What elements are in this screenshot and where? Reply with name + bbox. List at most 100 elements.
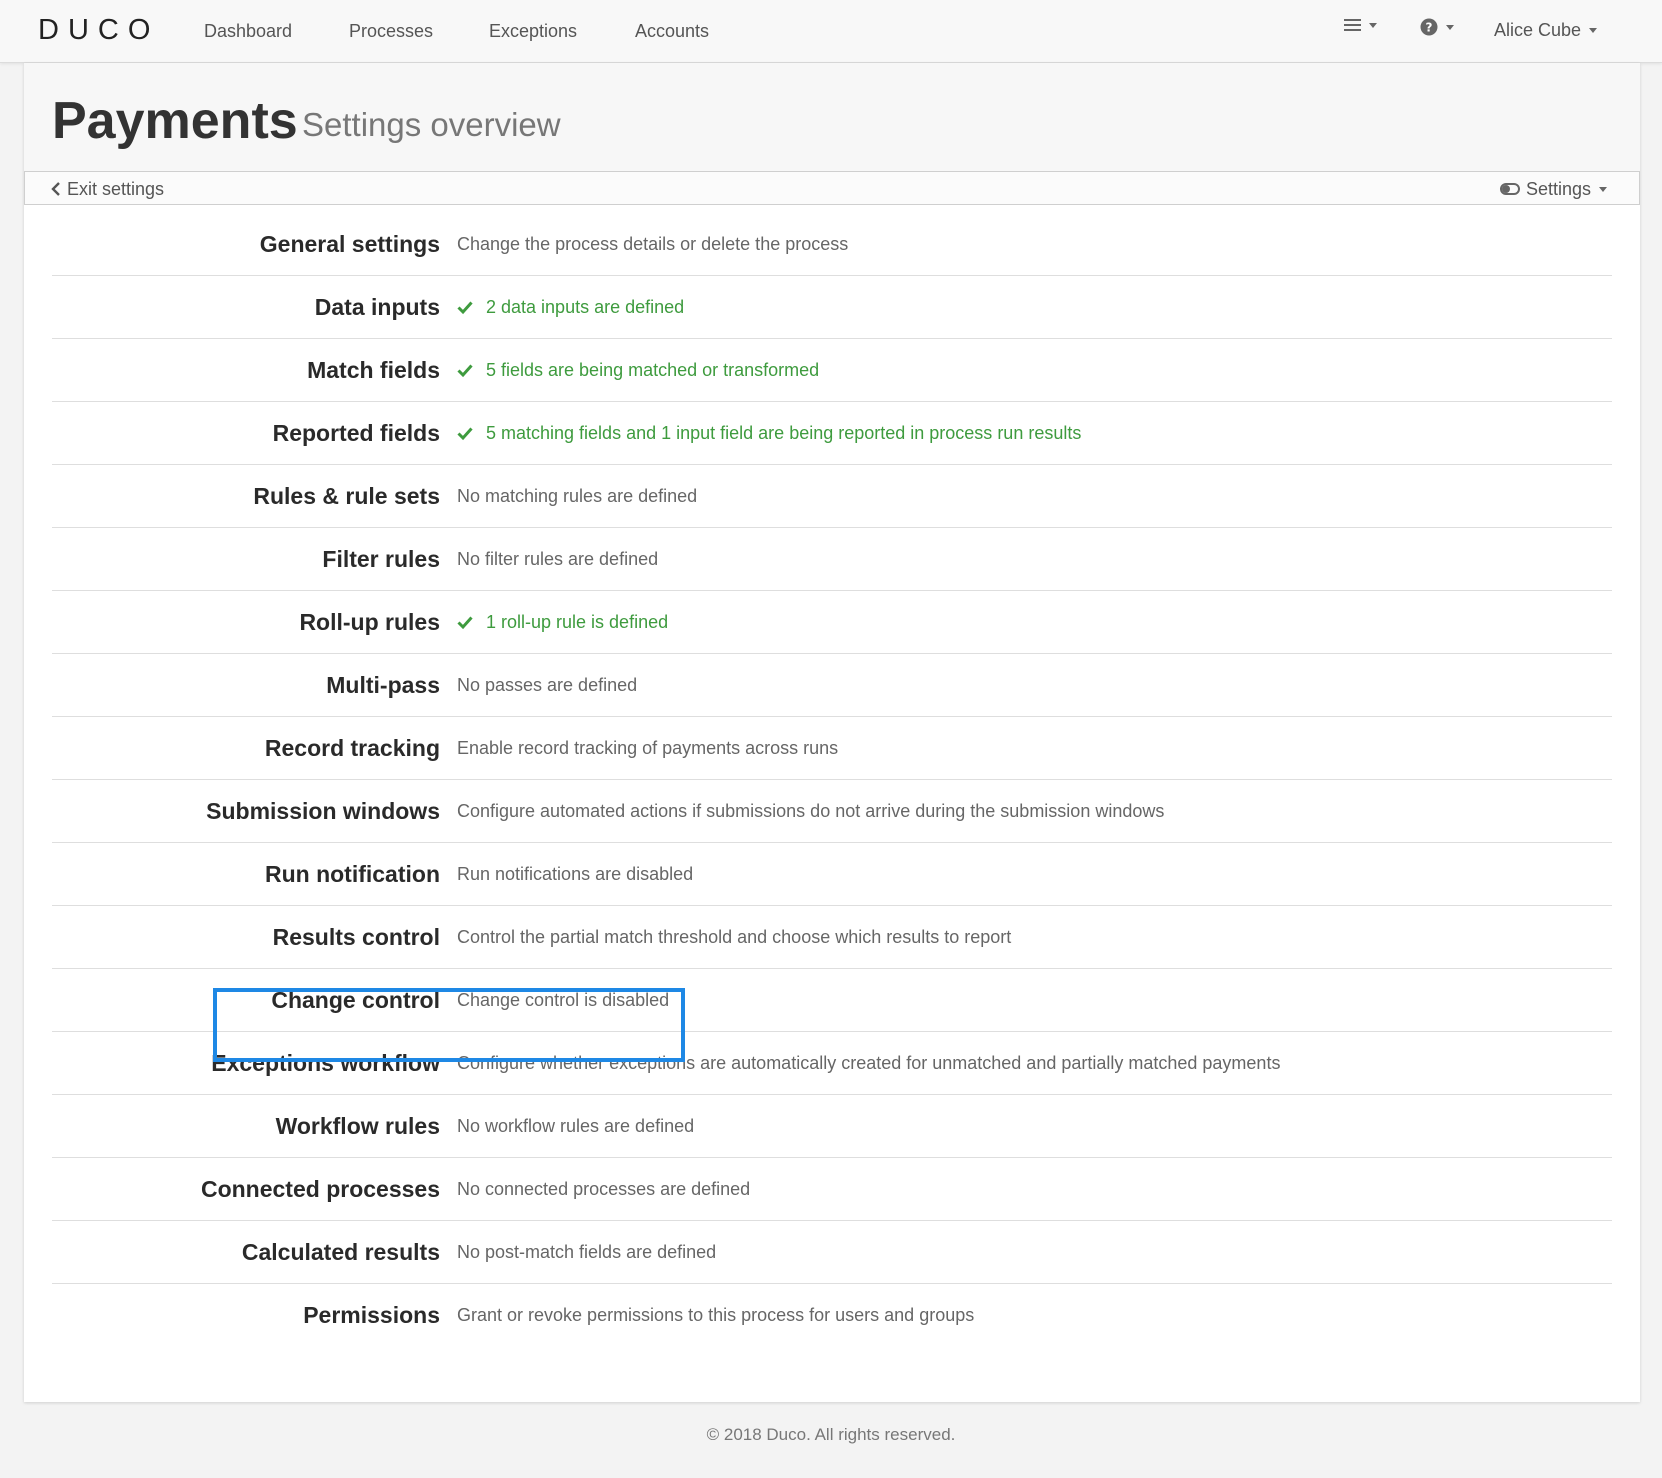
check-icon xyxy=(457,301,473,315)
toggle-icon xyxy=(1499,183,1520,195)
settings-row-label[interactable]: Change control xyxy=(271,985,440,1015)
settings-row-filter-rules[interactable]: Filter rules No filter rules are defined xyxy=(52,528,1612,591)
nav-exceptions[interactable]: Exceptions xyxy=(489,20,577,42)
nav-dashboard[interactable]: Dashboard xyxy=(204,20,292,42)
user-menu[interactable]: Alice Cube xyxy=(1494,18,1598,42)
settings-row-results-control[interactable]: Results control Control the partial match… xyxy=(52,906,1612,969)
svg-text:?: ? xyxy=(1426,21,1433,35)
nav-accounts[interactable]: Accounts xyxy=(635,20,709,42)
settings-row-run-notification[interactable]: Run notification Run notifications are di… xyxy=(52,843,1612,906)
settings-row-description-text: No workflow rules are defined xyxy=(457,1116,695,1136)
settings-row-description: No matching rules are defined xyxy=(457,484,697,508)
settings-row-label[interactable]: Submission windows xyxy=(206,796,440,826)
settings-row-data-inputs[interactable]: Data inputs 2 data inputs are defined xyxy=(52,276,1612,339)
hamburger-icon xyxy=(1344,19,1361,31)
settings-row-workflow-rules[interactable]: Workflow rules No workflow rules are defi… xyxy=(52,1095,1612,1158)
chevron-down-icon xyxy=(1369,22,1377,28)
settings-row-rules-rule-sets[interactable]: Rules & rule sets No matching rules are d… xyxy=(52,465,1612,528)
settings-row-description: No post-match fields are defined xyxy=(457,1240,716,1264)
settings-row-description: Grant or revoke permissions to this proc… xyxy=(457,1303,974,1327)
settings-row-label[interactable]: Exceptions workflow xyxy=(211,1048,440,1078)
settings-subbar: Exit settings Settings xyxy=(24,171,1640,205)
exit-settings-link[interactable]: Exit settings xyxy=(51,178,164,200)
settings-row-submission-windows[interactable]: Submission windows Configure automated ac… xyxy=(52,780,1612,843)
settings-row-description-text: No passes are defined xyxy=(457,675,638,695)
duco-logo[interactable]: DUCO xyxy=(38,16,159,45)
check-icon xyxy=(457,427,473,441)
check-icon xyxy=(457,616,473,630)
settings-row-description: Configure whether exceptions are automat… xyxy=(457,1051,1280,1075)
settings-row-record-tracking[interactable]: Record tracking Enable record tracking of… xyxy=(52,717,1612,780)
settings-row-general-settings[interactable]: General settings Change the process detai… xyxy=(52,213,1612,276)
settings-row-connected-processes[interactable]: Connected processes No connected processe… xyxy=(52,1158,1612,1221)
settings-row-label[interactable]: Permissions xyxy=(303,1300,440,1330)
settings-row-description-text: No post-match fields are defined xyxy=(457,1242,717,1262)
user-name: Alice Cube xyxy=(1494,20,1582,40)
settings-row-label[interactable]: Workflow rules xyxy=(276,1111,440,1141)
settings-row-label[interactable]: Record tracking xyxy=(265,733,440,763)
settings-row-label[interactable]: Data inputs xyxy=(315,292,440,322)
settings-row-exceptions-workflow[interactable]: Exceptions workflow Configure whether exc… xyxy=(52,1032,1612,1095)
settings-row-label[interactable]: Rules & rule sets xyxy=(253,481,440,511)
chevron-down-icon xyxy=(1446,24,1454,30)
settings-row-description: No workflow rules are defined xyxy=(457,1114,694,1138)
settings-row-description: No passes are defined xyxy=(457,673,637,697)
settings-row-description: 5 matching fields and 1 input field are … xyxy=(457,421,1081,445)
settings-row-description-text: 5 fields are being matched or transforme… xyxy=(486,360,820,380)
chevron-down-icon xyxy=(1589,27,1598,33)
top-navbar: DUCO Dashboard Processes Exceptions Acco… xyxy=(0,0,1662,63)
settings-row-label[interactable]: Calculated results xyxy=(242,1237,440,1267)
settings-row-description: Enable record tracking of payments acros… xyxy=(457,736,838,760)
page-title: Payments xyxy=(52,92,298,150)
settings-row-multi-pass[interactable]: Multi-pass No passes are defined xyxy=(52,654,1612,717)
settings-row-description-text: No matching rules are defined xyxy=(457,486,698,506)
settings-row-description-text: Run notifications are disabled xyxy=(457,864,694,884)
exit-settings-label: Exit settings xyxy=(67,179,165,199)
settings-row-match-fields[interactable]: Match fields 5 fields are being matched o… xyxy=(52,339,1612,402)
settings-row-description-text: Enable record tracking of payments acros… xyxy=(457,738,839,758)
settings-row-label[interactable]: Run notification xyxy=(265,859,440,889)
settings-row-permissions[interactable]: Permissions Grant or revoke permissions t… xyxy=(52,1284,1612,1347)
menu-dropdown[interactable] xyxy=(1344,18,1377,32)
nav-processes[interactable]: Processes xyxy=(349,20,433,42)
settings-row-description-text: 2 data inputs are defined xyxy=(486,297,685,317)
settings-dropdown-label: Settings xyxy=(1525,179,1591,199)
settings-list: General settings Change the process detai… xyxy=(52,213,1612,1347)
settings-row-description: 2 data inputs are defined xyxy=(457,295,684,319)
settings-row-description: No connected processes are defined xyxy=(457,1177,750,1201)
settings-row-description-text: Configure whether exceptions are automat… xyxy=(457,1053,1281,1073)
settings-row-label[interactable]: Reported fields xyxy=(273,418,440,448)
settings-row-label[interactable]: Connected processes xyxy=(201,1174,440,1204)
settings-row-description-text: Configure automated actions if submissio… xyxy=(457,801,1165,821)
settings-row-description-text: Grant or revoke permissions to this proc… xyxy=(457,1305,975,1325)
chevron-down-icon xyxy=(1599,186,1607,192)
settings-row-description: Run notifications are disabled xyxy=(457,862,693,886)
settings-card: Payments Settings overview Exit settings… xyxy=(24,63,1640,1402)
settings-row-description-text: Change control is disabled xyxy=(457,990,670,1010)
settings-row-label[interactable]: Multi-pass xyxy=(326,670,440,700)
chevron-left-icon xyxy=(51,182,60,196)
settings-row-calculated-results[interactable]: Calculated results No post-match fields a… xyxy=(52,1221,1612,1284)
settings-row-description-text: 1 roll-up rule is defined xyxy=(486,612,669,632)
settings-row-label[interactable]: Results control xyxy=(273,922,440,952)
settings-row-change-control[interactable]: Change control Change control is disabled xyxy=(52,969,1612,1032)
help-dropdown[interactable]: ? xyxy=(1420,18,1454,36)
settings-dropdown[interactable]: Settings xyxy=(1499,178,1607,200)
settings-row-roll-up-rules[interactable]: Roll-up rules 1 roll-up rule is defined xyxy=(52,591,1612,654)
settings-row-description: 5 fields are being matched or transforme… xyxy=(457,358,819,382)
settings-row-label[interactable]: Match fields xyxy=(307,355,440,385)
settings-row-label[interactable]: Roll-up rules xyxy=(299,607,440,637)
settings-row-description-text: No connected processes are defined xyxy=(457,1179,751,1199)
check-icon xyxy=(457,364,473,378)
page-subtitle: Settings overview xyxy=(302,106,561,143)
settings-row-description: Change control is disabled xyxy=(457,988,669,1012)
footer-copyright: © 2018 Duco. All rights reserved. xyxy=(706,1425,956,1444)
settings-row-label[interactable]: Filter rules xyxy=(322,544,440,574)
settings-row-description: Control the partial match threshold and … xyxy=(457,925,1011,949)
page-header: Payments Settings overview xyxy=(24,63,1640,171)
settings-row-description: 1 roll-up rule is defined xyxy=(457,610,668,634)
settings-row-label[interactable]: General settings xyxy=(260,229,440,259)
settings-row-description-text: Change the process details or delete the… xyxy=(457,234,849,254)
settings-row-reported-fields[interactable]: Reported fields 5 matching fields and 1 i… xyxy=(52,402,1612,465)
settings-row-description-text: 5 matching fields and 1 input field are … xyxy=(486,423,1082,443)
